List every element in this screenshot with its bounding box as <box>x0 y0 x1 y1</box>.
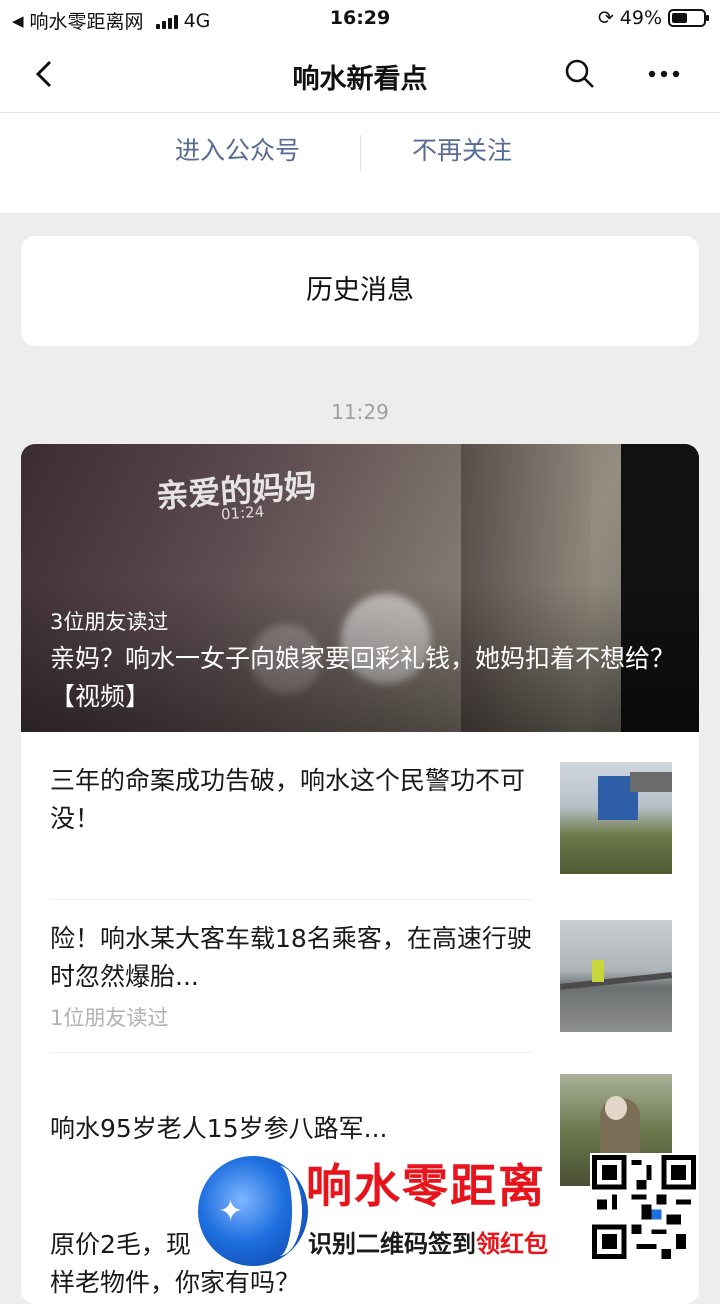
more-icon[interactable] <box>644 56 684 92</box>
divider <box>360 135 361 171</box>
divider <box>50 899 532 900</box>
article-item[interactable]: 险！响水某大客车载18名乘客，在高速行驶时忽然爆胎... 1位朋友读过 <box>50 914 672 1054</box>
battery-percent: 49% <box>619 7 662 29</box>
cover-call-duration: 01:24 <box>220 502 265 524</box>
article-thumbnail <box>560 920 672 1032</box>
brand-logo: ✦ <box>198 1156 308 1266</box>
divider <box>50 1052 532 1053</box>
unfollow-button[interactable]: 不再关注 <box>412 131 512 167</box>
watermark: ✦ 响水零距离 识别二维码签到领红包 <box>198 1150 708 1270</box>
battery-icon <box>668 9 709 27</box>
page-title: 响水新看点 <box>292 64 428 95</box>
status-bar: ◀ 响水零距离网 4G 16:29 ⟳ 49% <box>0 0 720 38</box>
feature-title: 亲妈？响水一女子向娘家要回彩礼钱，她妈扣着不想给？【视频】 <box>50 644 676 711</box>
qr-code <box>590 1153 698 1261</box>
enter-account-button[interactable]: 进入公众号 <box>175 131 300 167</box>
feature-readers: 3位朋友读过 <box>50 610 169 634</box>
article-title: 三年的命案成功告破，响水这个民警功不可没！ <box>50 766 526 833</box>
article-title: 险！响水某大客车载18名乘客，在高速行驶时忽然爆胎... <box>50 924 532 991</box>
article-title: 响水95岁老人15岁参八路军... <box>50 1114 388 1143</box>
feature-article[interactable]: 亲爱的妈妈 01:24 3位朋友读过 亲妈？响水一女子向娘家要回彩礼钱，她妈扣着… <box>21 444 699 732</box>
article-readers: 1位朋友读过 <box>50 1006 169 1030</box>
message-timestamp: 11:29 <box>331 400 389 424</box>
article-item[interactable]: 三年的命案成功告破，响水这个民警功不可没！ <box>50 754 672 884</box>
account-actions: 进入公众号 不再关注 <box>0 113 720 213</box>
article-thumbnail <box>560 762 672 874</box>
history-messages-button[interactable]: 历史消息 <box>21 236 699 346</box>
nav-bar: 响水新看点 <box>0 38 720 113</box>
watermark-name: 响水零距离 <box>306 1159 546 1213</box>
watermark-slogan: 识别二维码签到领红包 <box>308 1230 548 1258</box>
orientation-lock-icon: ⟳ <box>597 7 614 29</box>
search-icon[interactable] <box>562 56 598 92</box>
